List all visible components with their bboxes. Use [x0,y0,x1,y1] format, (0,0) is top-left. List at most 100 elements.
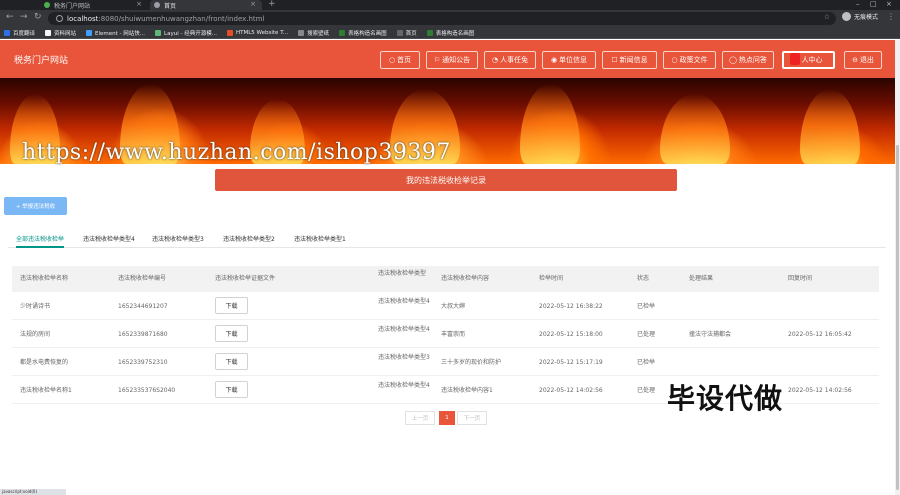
new-tab-icon[interactable]: + [268,0,276,9]
download-button[interactable]: 下载 [215,353,248,370]
download-button[interactable]: 下载 [215,325,248,342]
bookmark-icon [226,29,233,36]
bookmark-item[interactable]: 表格构造名画图 [426,29,474,37]
url-text: localhost:8080/shuiwumenhuwangzhan/front… [67,14,265,23]
browser-tab-active[interactable]: 首页 × [150,0,262,10]
bookmark-item[interactable]: 首页 [396,29,417,37]
table-cell-name: 都是水电费恢复的 [20,359,69,366]
reload-icon[interactable]: ↻ [34,12,42,22]
profile-button[interactable]: 无痕模式 [842,12,878,21]
nav-item-label: 人中心 [801,56,823,64]
table-cell-status: 已检举 [637,359,656,366]
column-header: 检举时间 [539,275,564,282]
bookmark-label: Layui - 经典开源模... [164,30,217,37]
minimize-icon[interactable]: – [856,0,860,8]
nav-item-icon: ◔ [491,56,499,64]
bookmark-label: 百度翻译 [13,30,36,37]
nav-item-label: 退出 [859,56,874,64]
nav-item-icon: ◯ [729,56,737,64]
bookmark-label: 资料网站 [54,30,77,37]
nav-item-icon: ◉ [550,56,558,64]
nav-item-icon: ⚐ [433,56,441,64]
tab-favicon-icon [44,2,50,8]
status-bar: javascript:void(0) [0,489,66,495]
column-header: 状态 [637,275,650,282]
next-page-button[interactable]: 下一页 [457,411,487,425]
table-cell-content: 大叔大婶 [441,303,466,310]
bookmark-item[interactable]: Layui - 经典开源模... [155,29,217,37]
bookmark-item[interactable]: 表格构造名画图 [339,29,387,37]
bookmarks-bar: 百度翻译 资料网站 Element - 网站快... Layui - 经典开源模...… [0,27,900,39]
bookmark-icon [298,29,305,36]
add-report-button[interactable]: + 举报违法税收 [4,197,67,215]
bookmark-label: 表格构造名画图 [348,30,387,37]
bookmark-icon [396,29,403,36]
table-cell-time: 2022-05-12 15:17:19 [539,359,603,366]
bookmark-item[interactable]: 资料网站 [45,29,76,37]
forward-icon[interactable]: → [20,12,28,22]
bookmark-icon [155,29,162,36]
nav-item-icon: ○ [388,56,396,64]
download-button[interactable]: 下载 [215,297,248,314]
bookmark-star-icon[interactable]: ☆ [824,13,830,21]
table-cell-content: 丰富崇而 [441,331,466,338]
nav-item[interactable]: ⊖ 退出 [844,51,882,69]
nav-item[interactable]: ◔ 人事任免 [484,51,536,69]
table-cell-time: 2022-05-12 16:38:22 [539,303,603,310]
nav-item[interactable]: ◯ 热点问答 [722,51,774,69]
close-tab-icon[interactable]: × [250,0,256,8]
type-tab[interactable]: 全部违法税收检举 [16,234,65,248]
back-icon[interactable]: ← [6,12,14,22]
table-cell-content: 违法税收检举内容1 [441,387,493,394]
nav-item-icon: ⊖ [852,56,858,64]
bookmark-item[interactable]: 百度翻译 [4,29,35,37]
bookmark-item[interactable]: 搜索壁纸 [298,29,329,37]
bookmark-icon [4,29,10,36]
site-info-icon[interactable] [56,15,63,22]
bookmark-icon [339,29,346,36]
nav-item-label: 新闻信息 [619,56,648,64]
watermark-text: 毕设代做 [667,382,784,415]
page-1-button[interactable]: 1 [439,411,455,425]
browser-toolbar: ← → ↻ localhost:8080/shuiwumenhuwangzhan… [0,10,900,27]
nav-item[interactable]: ⚐ 通知公告 [426,51,478,69]
table-cell-type: 违法税收检举类型4 [378,326,430,333]
nav-item[interactable]: ☐ 新闻信息 [602,51,657,69]
download-button[interactable]: 下载 [215,381,248,398]
bookmark-item[interactable]: HTML5 Website T... [226,29,288,36]
bookmark-icon [426,29,433,36]
table-cell-code: 1652335376S2040 [118,387,176,394]
table-row: 少时诵诗书 1652344691207 下载 违法税收检举类型4 大叔大婶 2022-05… [12,292,879,320]
close-tab-icon[interactable]: × [136,0,142,8]
mouse-cursor-marker [790,53,800,65]
nav-item-label: 政策文件 [679,56,708,64]
nav-item[interactable]: ○ 政策文件 [663,51,716,69]
close-window-icon[interactable]: × [886,0,892,8]
table-cell-name: 违法税收检举名称1 [20,387,72,394]
table-cell-code: 1652344691207 [118,303,168,310]
nav-item[interactable]: ◉ 单位信息 [542,51,596,69]
browser-tab-strip: 税务门户网站 × 首页 × + – □ × [0,0,900,10]
nav-item-icon: ☐ [611,56,618,64]
prev-page-button[interactable]: 上一页 [405,411,435,425]
nav-item-label: 人事任免 [500,56,529,64]
type-tab[interactable]: 违法税收检举类型1 [294,234,346,243]
table-row: 都是水电费恢复的 1652339752310 下载 违法税收检举类型3 三十多岁的现价和… [12,348,879,376]
column-header: 违法税收检举类型 [378,270,427,277]
type-tab[interactable]: 违法税收检举类型4 [83,234,135,243]
table-cell-status: 已检举 [637,303,656,310]
address-bar[interactable]: localhost:8080/shuiwumenhuwangzhan/front… [48,12,836,25]
more-menu-icon[interactable]: ⋮ [887,12,895,21]
nav-item-label: 单位信息 [559,56,588,64]
type-tab[interactable]: 违法税收检举类型3 [152,234,204,243]
nav-item[interactable]: ○ 首页 [380,51,420,69]
scrollbar-thumb[interactable] [896,145,899,490]
maximize-icon[interactable]: □ [870,0,877,8]
table-cell-name: 法规的房间 [20,331,51,338]
column-header: 违法税收检举内容 [441,275,490,282]
column-header: 处理结果 [689,275,714,282]
browser-tab[interactable]: 税务门户网站 × [40,0,148,10]
type-tab[interactable]: 违法税收检举类型2 [223,234,275,243]
bookmark-item[interactable]: Element - 网站快... [86,29,145,37]
table-row: 法规的房间 1652339871680 下载 违法税收检举类型4 丰富崇而 2022-05… [12,320,879,348]
